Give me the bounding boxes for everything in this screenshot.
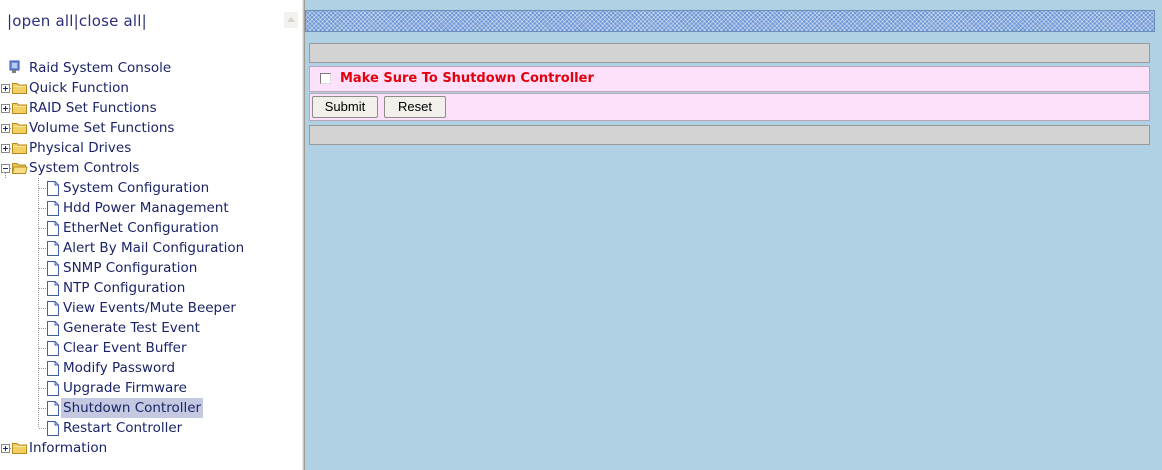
title-bar [305,10,1155,32]
page-icon [38,298,59,318]
tree-item-system-configuration-label: System Configuration [63,180,210,196]
open-all-link[interactable]: open all [12,12,73,30]
tree-item-restart-controller-label: Restart Controller [63,420,183,436]
tree-folder-volume-set-functions-label: Volume Set Functions [29,120,175,136]
content-frame: Make Sure To Shutdown Controller Submit … [305,0,1162,470]
tree-item-generate-test-event-label: Generate Test Event [63,320,200,336]
tree-item-clear-event-buffer-label: Clear Event Buffer [63,340,187,356]
shutdown-confirm-checkbox[interactable] [320,73,331,84]
tree-item-shutdown-controller-label: Shutdown Controller [61,398,204,418]
page-icon [38,418,59,436]
close-all-link[interactable]: close all [79,12,142,30]
button-row: Submit Reset [309,93,1150,121]
tree-folder-quick-function-label: Quick Function [29,80,129,96]
tree-item-upgrade-firmware-label: Upgrade Firmware [63,380,187,396]
tree-folder-physical-drives-label: Physical Drives [29,140,132,156]
tree-item-view-events-mute-beeper-label: View Events/Mute Beeper [63,300,236,316]
shutdown-confirm-label: Make Sure To Shutdown Controller [340,71,594,86]
tree-item-snmp-configuration-label: SNMP Configuration [63,260,198,276]
page-icon [38,238,59,258]
page-icon [38,218,59,238]
tree-item-alert-by-mail-configuration-label: Alert By Mail Configuration [63,240,245,256]
page-icon [38,378,59,398]
navigation-frame: |open all|close all| Raid System Console… [0,0,302,470]
form-footer-bar [309,125,1150,145]
tree-item-modify-password-label: Modify Password [63,360,176,376]
page-icon [38,338,59,358]
tree-folder-information-label: Information [29,440,108,456]
page-icon [38,178,59,198]
confirm-row: Make Sure To Shutdown Controller [309,66,1150,92]
page-icon [38,198,59,218]
page-icon [38,358,59,378]
reset-button[interactable]: Reset [384,96,446,118]
page-icon [38,398,59,418]
tree-root-label: Raid System Console [29,60,172,76]
open-close-links: |open all|close all| [7,12,147,30]
tree-folder-raid-set-functions-label: RAID Set Functions [29,100,157,116]
tree-folder-system-controls-label: System Controls [29,160,140,176]
page-icon [38,258,59,278]
submit-button[interactable]: Submit [312,96,378,118]
tree-item-hdd-power-management-label: Hdd Power Management [63,200,229,216]
page-icon [38,278,59,298]
page-icon [38,318,59,338]
form-header-bar [309,43,1150,63]
tree-item-ntp-configuration-label: NTP Configuration [63,280,186,296]
scroll-up-arrow-icon[interactable] [284,12,298,28]
tree-item-ethernet-configuration-label: EtherNet Configuration [63,220,219,236]
